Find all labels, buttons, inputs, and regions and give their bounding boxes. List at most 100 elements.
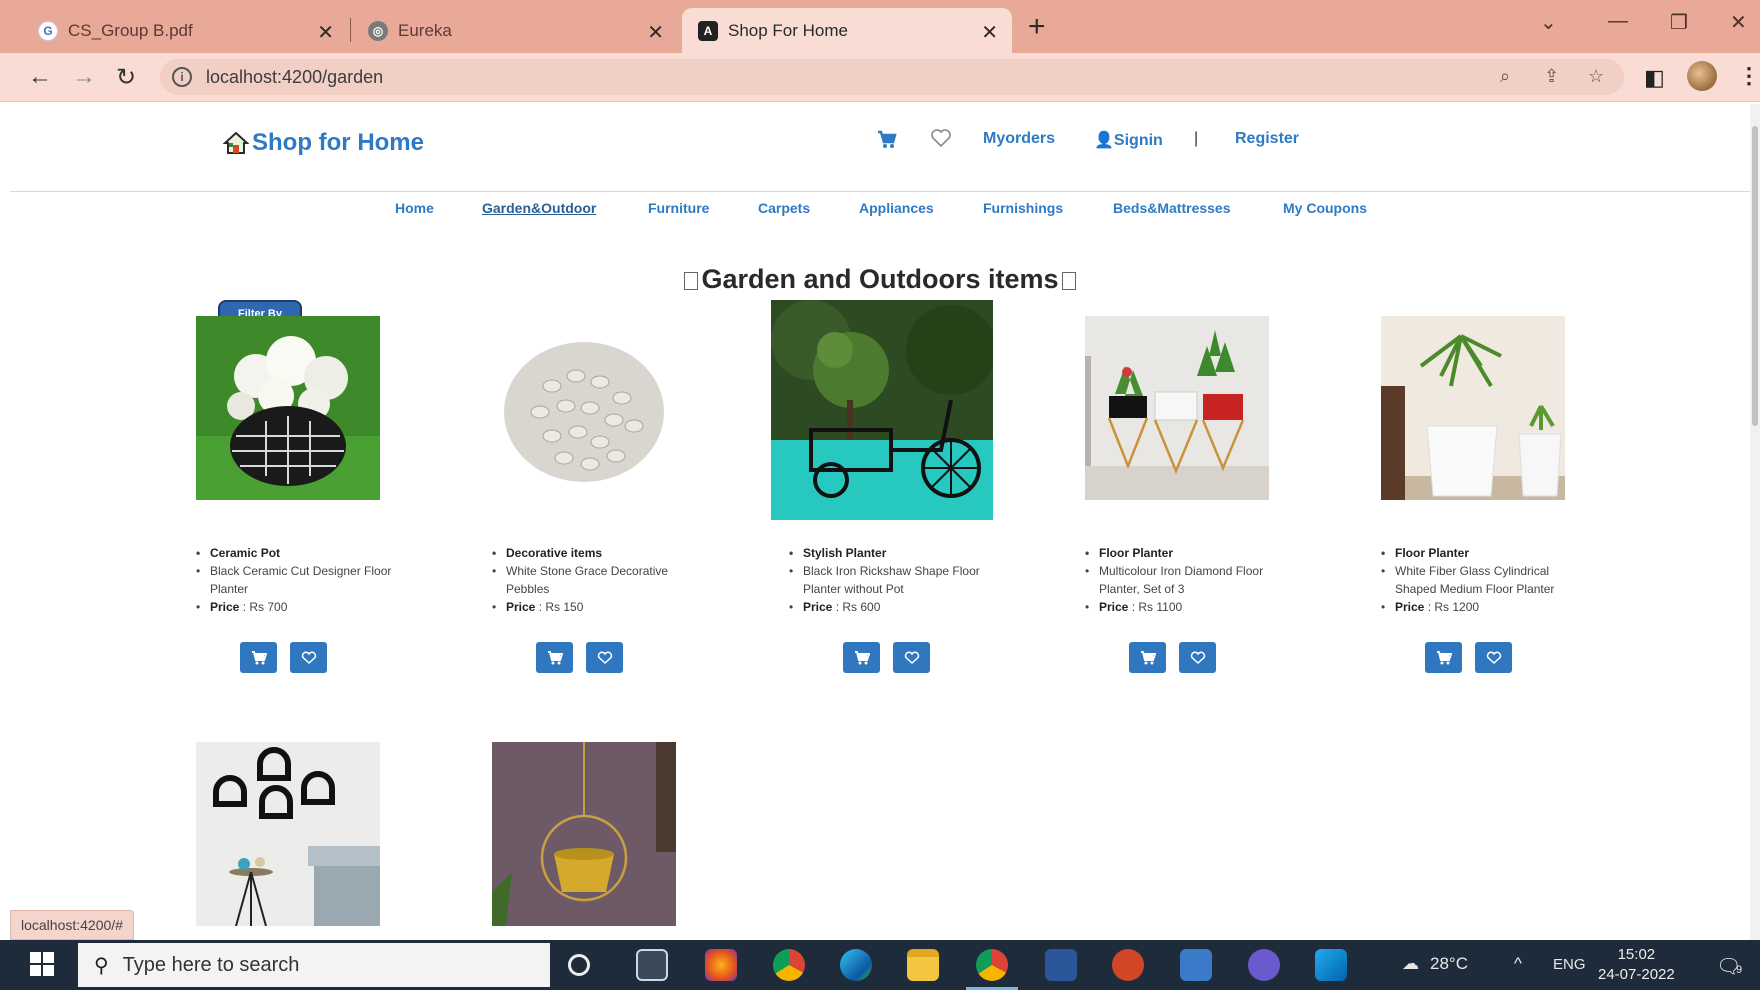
g-letter-icon: G [38,20,58,41]
nav-appliances[interactable]: Appliances [859,200,934,216]
register-link[interactable]: Register [1235,130,1299,148]
add-to-wishlist-button[interactable] [290,642,327,673]
clock[interactable]: 15:02 24-07-2022 [1598,945,1675,985]
heart-icon [301,651,316,664]
cart-icon [1436,651,1452,665]
nav-carpets[interactable]: Carpets [758,200,810,216]
add-to-cart-button[interactable] [1425,642,1462,673]
close-icon[interactable]: ✕ [647,20,664,45]
zoom-icon[interactable]: ⌕ [1500,66,1510,87]
close-icon[interactable]: ✕ [317,20,334,45]
brand-logo[interactable]: Shop for Home [223,129,424,157]
header-divider [10,191,1750,192]
chevron-down-icon[interactable]: ⌄ [1540,10,1557,35]
product-description: Multicolour Iron Diamond Floor Planter, … [1085,562,1295,598]
close-icon[interactable]: ✕ [981,20,998,45]
product-image-decorative-items[interactable] [492,316,676,500]
product-image-stylish-planter[interactable] [771,300,993,520]
brand-name: Shop for Home [252,129,424,156]
add-to-cart-button[interactable] [843,642,880,673]
heart-icon [1190,651,1205,664]
share-icon[interactable]: ⇪ [1544,66,1559,87]
product-actions [843,642,930,673]
side-panel-icon[interactable]: ◧ [1644,65,1665,91]
chevron-up-icon[interactable]: ^ [1514,954,1522,974]
globe-icon: ◎ [368,20,388,41]
new-tab-button[interactable]: + [1028,10,1046,44]
profile-avatar[interactable] [1687,61,1717,91]
task-view-icon[interactable] [636,949,668,981]
product-image-hanging-planter[interactable] [492,742,676,926]
wishlist-heart-icon[interactable] [930,128,952,148]
tab-shop-for-home[interactable]: A Shop For Home ✕ [682,8,1012,53]
cart-icon[interactable] [876,128,898,150]
price-value: : Rs 600 [835,600,881,614]
product-description: Black Iron Rickshaw Shape Floor Planter … [789,562,1001,598]
product-image-floor-planter-white[interactable] [1381,316,1565,500]
cortana-icon[interactable] [568,954,590,976]
nav-home[interactable]: Home [395,200,434,216]
price-label: Price [1395,600,1425,614]
nav-furnishings[interactable]: Furnishings [983,200,1063,216]
taskbar-search-input[interactable]: ⚲ Type here to search [78,943,550,987]
vscode-icon[interactable] [1315,949,1347,981]
restore-button[interactable]: ❐ [1670,10,1688,35]
tab-title: Shop For Home [728,20,848,40]
signin-link[interactable]: 👤Signin [1094,130,1163,150]
windows-start-icon[interactable] [30,952,54,976]
powerpoint-icon[interactable] [1112,949,1144,981]
nav-garden-outdoor[interactable]: Garden&Outdoor [482,200,596,216]
myorders-link[interactable]: Myorders [983,130,1055,148]
address-bar-row: ← → ↻ i localhost:4200/garden ⌕ ⇪ ☆ ◧ ⋮ [0,53,1760,102]
word-icon[interactable] [1045,949,1077,981]
product-name: Floor Planter [1381,544,1581,562]
scrollbar-thumb[interactable] [1752,126,1758,426]
add-to-cart-button[interactable] [1129,642,1166,673]
nav-furniture[interactable]: Furniture [648,200,709,216]
minimize-button[interactable]: — [1608,10,1628,33]
product-name: Decorative items [492,544,692,562]
status-bar-url: localhost:4200/# [10,910,134,940]
page-scrollbar[interactable] [1750,104,1760,940]
chrome-icon[interactable] [773,949,805,981]
firefox-icon[interactable] [705,949,737,981]
weather-cloud-icon[interactable]: ☁ [1402,954,1419,974]
product-price: Price : Rs 1100 [1085,598,1295,616]
add-to-wishlist-button[interactable] [1475,642,1512,673]
tab-eureka[interactable]: ◎ Eureka ✕ [358,8,678,53]
missing-glyph-box [684,271,699,290]
url-input[interactable]: i localhost:4200/garden ⌕ ⇪ ☆ [160,59,1624,95]
edge-icon[interactable] [840,949,872,981]
product-image-wall-shelves[interactable] [196,742,380,926]
add-to-wishlist-button[interactable] [586,642,623,673]
page-title: Garden and Outdoors items [10,264,1750,295]
heart-icon [1486,651,1501,664]
add-to-cart-button[interactable] [536,642,573,673]
product-image-floor-planter-set[interactable] [1085,316,1269,500]
tab-separator [350,18,351,42]
add-to-cart-button[interactable] [240,642,277,673]
tab-cs-group-pdf[interactable]: G CS_Group B.pdf ✕ [28,8,348,53]
taskbar-search-placeholder: Type here to search [122,953,300,976]
price-label: Price [1099,600,1129,614]
chrome-active-icon[interactable] [976,949,1008,981]
eclipse-icon[interactable] [1248,949,1280,981]
price-label: Price [210,600,240,614]
back-button[interactable]: ← [28,63,52,91]
close-window-button[interactable]: ✕ [1730,10,1747,35]
more-menu-icon[interactable]: ⋮ [1738,63,1760,89]
nav-beds-mattresses[interactable]: Beds&Mattresses [1113,200,1231,216]
snipping-tool-icon[interactable] [1180,949,1212,981]
forward-button[interactable]: → [72,63,96,91]
nav-my-coupons[interactable]: My Coupons [1283,200,1367,216]
weather-temperature[interactable]: 28°C [1430,954,1468,974]
bookmark-star-icon[interactable]: ☆ [1588,66,1604,87]
product-details: Floor Planter White Fiber Glass Cylindri… [1381,544,1581,616]
reload-button[interactable]: ↻ [116,63,136,92]
add-to-wishlist-button[interactable] [893,642,930,673]
add-to-wishlist-button[interactable] [1179,642,1216,673]
info-icon[interactable]: i [172,67,192,87]
product-image-ceramic-pot[interactable] [196,316,380,500]
language-indicator[interactable]: ENG [1553,956,1586,973]
file-explorer-icon[interactable] [907,949,939,981]
